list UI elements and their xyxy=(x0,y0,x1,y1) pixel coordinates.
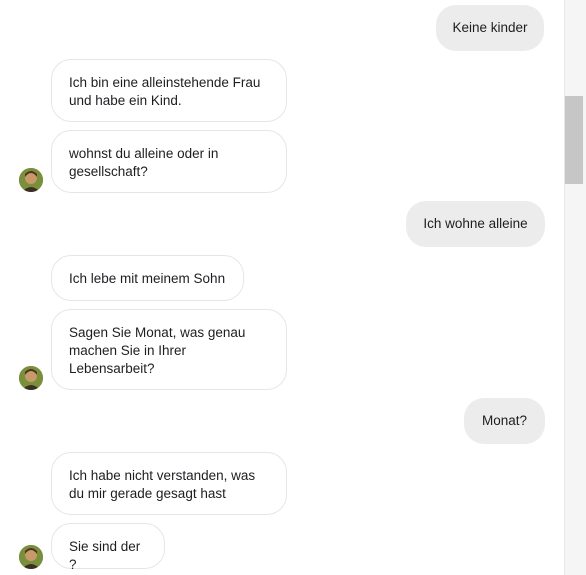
incoming-message: Ich bin eine alleinstehende Frau und hab… xyxy=(51,59,287,122)
incoming-message: wohnst du alleine oder in gesellschaft? xyxy=(51,130,287,193)
contact-avatar-icon xyxy=(19,545,43,569)
chat-message-list: Keine kinder Ich bin eine alleinstehende… xyxy=(0,0,564,575)
incoming-message: Sie sind der ? xyxy=(51,523,165,572)
incoming-message: Ich lebe mit meinem Sohn xyxy=(51,255,244,301)
contact-avatar-icon xyxy=(19,366,43,390)
incoming-message: Ich habe nicht verstanden, was du mir ge… xyxy=(51,452,287,515)
incoming-message: Sagen Sie Monat, was genau machen Sie in… xyxy=(51,309,287,390)
outgoing-message: Monat? xyxy=(464,398,545,444)
outgoing-message: Keine kinder xyxy=(436,5,544,51)
outgoing-message: Ich wohne alleine xyxy=(406,201,545,247)
contact-avatar-icon xyxy=(19,168,43,192)
scrollbar-thumb[interactable] xyxy=(565,96,583,184)
scrollbar-track[interactable] xyxy=(564,0,586,575)
